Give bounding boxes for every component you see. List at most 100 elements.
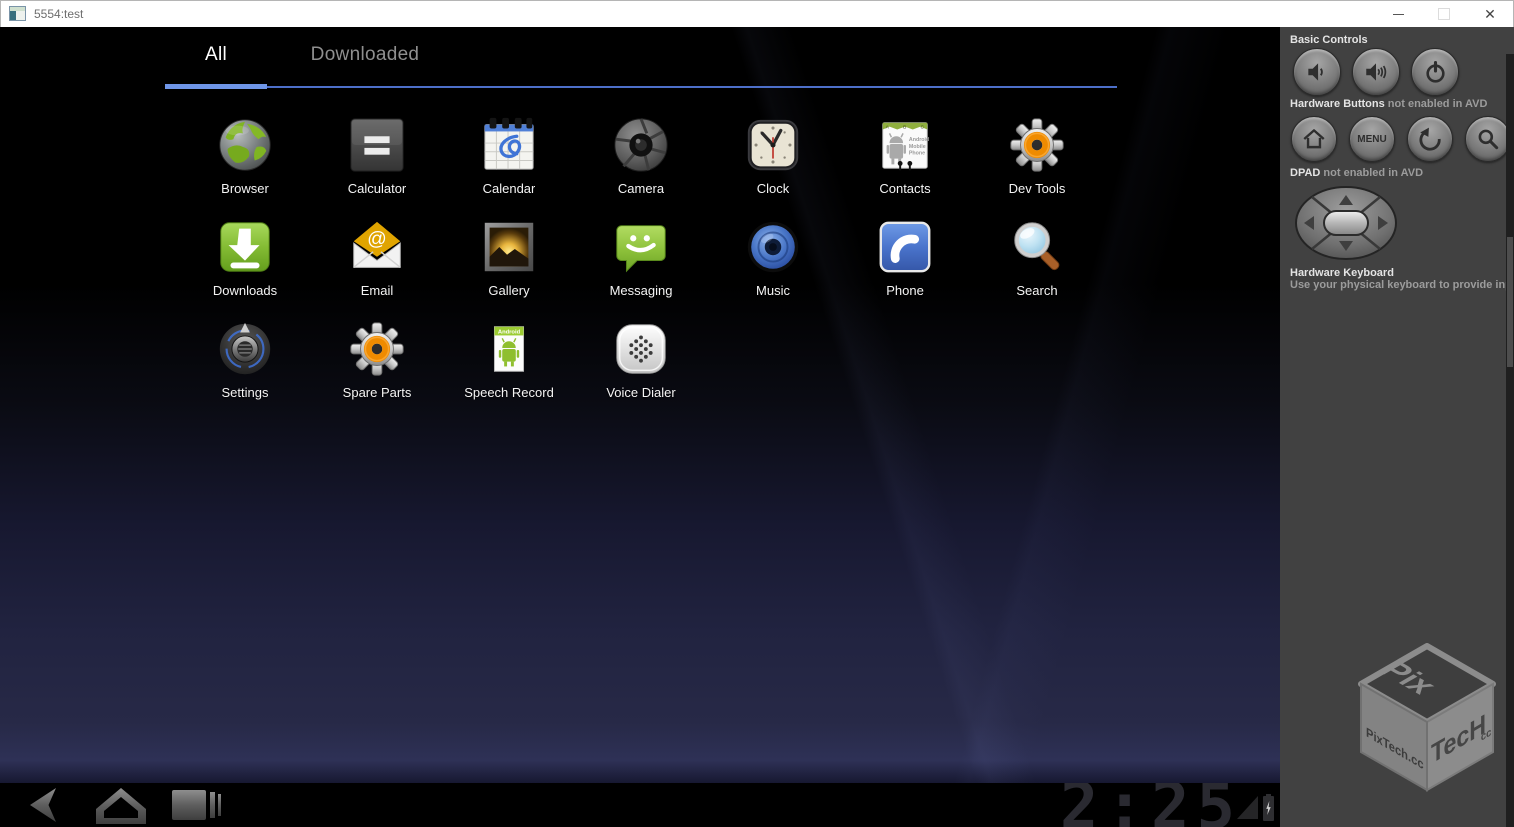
volume-up-button[interactable] [1352,48,1400,96]
svg-text:@: @ [367,228,387,250]
volume-down-icon [1304,59,1330,85]
app-label: Clock [757,181,790,196]
app-calculator[interactable]: Calculator [311,111,443,213]
svg-text:Android: Android [909,137,929,143]
speechrecord-icon: Android [478,318,540,380]
nav-back-icon[interactable] [22,786,68,827]
svg-text:Phone: Phone [909,151,925,157]
volume-down-button[interactable] [1293,48,1341,96]
app-speechrecord[interactable]: Android Speech Record [443,315,575,417]
app-label: Contacts [879,181,930,196]
hw-search-button[interactable] [1465,116,1511,162]
hw-home-button[interactable] [1291,116,1337,162]
emulator-app-icon [9,6,26,21]
power-icon [1423,60,1448,85]
back-rotate-icon [1417,126,1443,152]
svg-text:Android: Android [498,330,521,336]
app-label: Spare Parts [343,385,412,400]
window-title: 5554:test [34,7,83,21]
search-icon [1006,216,1068,278]
app-label: Phone [886,283,924,298]
camera-icon [610,114,672,176]
app-messaging[interactable]: Messaging [575,213,707,315]
clock-icon [742,114,804,176]
app-label: Browser [221,181,269,196]
emulator-control-panel: Basic Controls Hardware Buttons not enab… [1280,27,1514,827]
volume-up-icon [1363,59,1389,85]
android-navbar: 2:25 [0,783,1280,827]
app-clock[interactable]: Clock [707,111,839,213]
app-label: Search [1016,283,1057,298]
settings-icon [214,318,276,380]
tab-strip-underline [267,86,1117,88]
power-button[interactable] [1411,48,1459,96]
hardware-keyboard-note: Use your physical keyboard to provide in… [1290,279,1514,291]
downloads-icon [214,216,276,278]
app-label: Dev Tools [1009,181,1066,196]
app-gallery[interactable]: Gallery [443,213,575,315]
app-label: Gallery [488,283,529,298]
app-label: Music [756,283,790,298]
minimize-button[interactable] [1375,1,1421,27]
app-calendar[interactable]: Calendar [443,111,575,213]
status-clock: 2:25 [1060,783,1242,827]
voicedialer-icon [610,318,672,380]
dpad-label: DPAD not enabled in AVD [1290,167,1423,179]
tab-active-underline [165,84,267,89]
spareparts-icon [346,318,408,380]
svg-text:Mobile: Mobile [909,144,926,150]
hw-back-button[interactable] [1407,116,1453,162]
browser-icon [214,114,276,176]
app-browser[interactable]: Browser [179,111,311,213]
pixtech-watermark: Pix TecH cc PixTech.cc [1354,640,1500,821]
nav-home-icon[interactable] [88,786,154,827]
email-icon: @ [346,216,408,278]
app-label: Downloads [213,283,277,298]
app-email[interactable]: @ Email [311,213,443,315]
charging-bolt-icon [1265,801,1272,815]
maximize-button[interactable] [1421,1,1467,27]
panel-scrollbar[interactable] [1506,54,1514,827]
hardware-keyboard-title: Hardware Keyboard [1290,267,1394,279]
app-spareparts[interactable]: Spare Parts [311,315,443,417]
app-label: Speech Record [464,385,554,400]
app-camera[interactable]: Camera [575,111,707,213]
panel-scrollbar-thumb[interactable] [1507,237,1513,367]
app-downloads[interactable]: Downloads [179,213,311,315]
app-voicedialer[interactable]: Voice Dialer [575,315,707,417]
app-label: Messaging [610,283,673,298]
app-search[interactable]: Search [971,213,1103,315]
gallery-icon [478,216,540,278]
home-icon [1301,126,1327,152]
calculator-icon [346,114,408,176]
calendar-icon [478,114,540,176]
hw-menu-button[interactable]: MENU [1349,116,1395,162]
menu-button-label: MENU [1357,134,1386,145]
dpad-center-button[interactable] [1324,211,1368,235]
app-music[interactable]: Music [707,213,839,315]
dpad-control[interactable] [1293,184,1399,267]
tab-all[interactable]: All [165,44,267,66]
emulator-screen: All Downloaded Browser Calculator Calendar… [0,27,1280,827]
app-settings[interactable]: Settings [179,315,311,417]
close-button[interactable]: ✕ [1467,1,1513,27]
app-contacts[interactable]: ABCAndroidMobilePhone Contacts [839,111,971,213]
app-label: Settings [222,385,269,400]
svg-text:B: B [903,125,906,131]
app-phone[interactable]: Phone [839,213,971,315]
window-titlebar: 5554:test ✕ [0,0,1514,27]
app-devtools[interactable]: Dev Tools [971,111,1103,213]
app-label: Calculator [348,181,407,196]
search-icon [1475,126,1501,152]
contacts-icon: ABCAndroidMobilePhone [874,114,936,176]
basic-controls-title: Basic Controls [1290,34,1368,46]
tab-downloaded[interactable]: Downloaded [283,44,447,66]
app-label: Email [361,283,394,298]
app-label: Calendar [483,181,536,196]
music-icon [742,216,804,278]
signal-strength-icon [1237,796,1258,819]
phone-icon [874,216,936,278]
nav-recents-icon[interactable] [170,786,224,827]
maximize-icon [1438,8,1450,20]
app-grid: Browser Calculator Calendar Camera Clock ABCA… [179,111,1103,417]
